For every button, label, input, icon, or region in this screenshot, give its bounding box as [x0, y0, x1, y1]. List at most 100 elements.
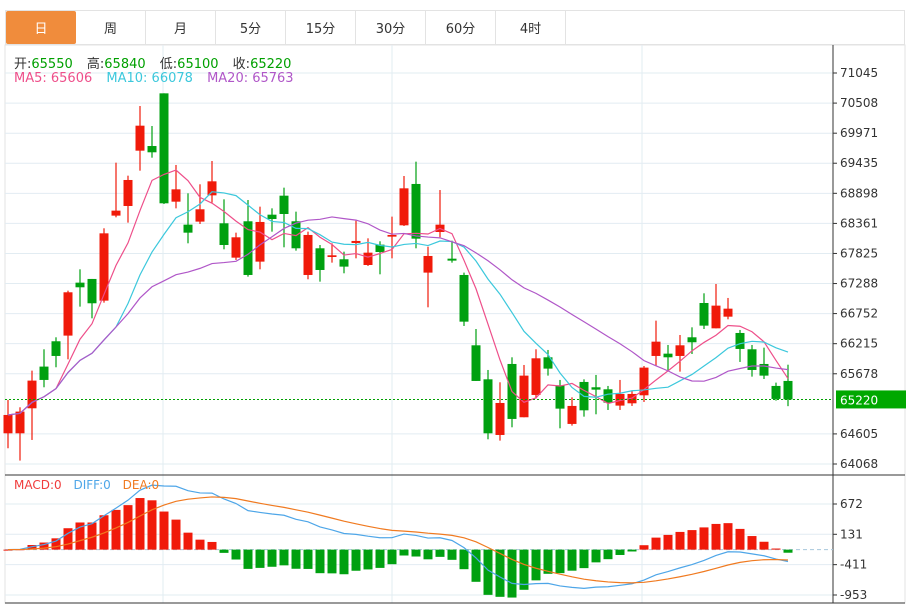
macd-bar: [639, 545, 649, 550]
candle: [291, 211, 301, 251]
candle: [471, 328, 481, 381]
candle-body: [207, 181, 217, 196]
candle: [123, 175, 133, 223]
candle: [699, 293, 709, 329]
candle: [135, 106, 145, 171]
candle: [63, 290, 73, 360]
candle: [519, 364, 529, 418]
ohlc-info: 开:65550 高:65840 低:65100 收:65220: [14, 53, 301, 72]
candle-body: [279, 195, 289, 214]
candle-body: [483, 379, 493, 434]
macd-bar: [567, 549, 577, 571]
macd-bar: [447, 549, 457, 560]
dea-legend-value: DEA:0: [122, 478, 160, 492]
macd-bar: [255, 549, 265, 568]
candle-body: [219, 223, 229, 245]
candle: [615, 379, 625, 410]
macd-bar: [171, 519, 181, 550]
macd-bar: [339, 549, 349, 575]
candle-body: [315, 248, 325, 270]
macd-bar: [219, 549, 229, 553]
candle: [459, 272, 469, 326]
macd-bar: [51, 538, 61, 550]
candle: [183, 193, 193, 244]
macd-bar: [507, 549, 517, 598]
macd-bar: [735, 528, 745, 550]
candle: [783, 364, 793, 407]
candle-body: [255, 221, 265, 262]
candle: [399, 176, 409, 226]
candle: [303, 231, 313, 280]
candle-body: [123, 179, 133, 206]
ma5-line: [7, 169, 789, 416]
candle-body: [267, 214, 277, 219]
candle: [423, 246, 433, 308]
candle: [651, 320, 661, 366]
macd-bar: [399, 549, 409, 556]
price-tick-label: 69435: [840, 156, 878, 170]
candle: [51, 337, 61, 368]
price-tick-label: 68361: [840, 216, 878, 230]
price-tick-label: 67288: [840, 277, 878, 291]
close-value: 65220: [250, 57, 292, 72]
macd-bar: [411, 549, 421, 557]
candle-body: [183, 224, 193, 233]
candle-body: [567, 405, 577, 424]
candle: [687, 327, 697, 354]
macd-bar: [375, 549, 385, 568]
candle-body: [591, 387, 601, 390]
candle-body: [687, 337, 697, 343]
kline-chart[interactable]: 71045 70508 69971 69435 68898 68361 67825 67288…: [0, 0, 910, 605]
candle: [483, 369, 493, 440]
price-tick-label: 71045: [840, 66, 878, 80]
candle-body: [675, 345, 685, 356]
candle-body: [87, 278, 97, 304]
macd-bar: [423, 549, 433, 560]
macd-bar: [147, 500, 157, 550]
candle: [159, 93, 169, 204]
candle: [219, 199, 229, 250]
candle-body: [351, 240, 361, 243]
macd-bar: [195, 539, 205, 550]
candle: [231, 232, 241, 260]
candle: [771, 382, 781, 401]
macd-tick-label: 672: [840, 497, 863, 511]
macd-bar: [495, 549, 505, 597]
macd-bar: [531, 549, 541, 581]
price-tick-label: 65678: [840, 367, 878, 381]
low-label: 低:: [159, 57, 178, 72]
candle-body: [447, 258, 457, 261]
candle-body: [171, 189, 181, 202]
macd-bar: [387, 549, 397, 565]
candle: [87, 278, 97, 319]
macd-bar: [699, 527, 709, 550]
macd-bar: [327, 549, 337, 574]
candle-body: [231, 237, 241, 258]
macd-tick-label: -953: [840, 588, 867, 602]
macd-bar: [747, 536, 757, 550]
candle-body: [699, 302, 709, 326]
candle-body: [363, 252, 373, 265]
candle: [711, 283, 721, 329]
price-tick-label: 66215: [840, 337, 878, 351]
candle-body: [555, 385, 565, 409]
macd-bar: [315, 549, 325, 574]
candle-body: [75, 282, 85, 288]
price-tick-label: 68898: [840, 186, 878, 200]
candle: [495, 382, 505, 441]
macd-bar: [711, 523, 721, 550]
diff-legend-value: DIFF:0: [73, 478, 111, 492]
candle-body: [663, 353, 673, 358]
candle: [675, 334, 685, 372]
macd-bar: [267, 549, 277, 567]
macd-bar: [183, 532, 193, 550]
candle-body: [771, 385, 781, 399]
candle-body: [51, 341, 61, 356]
candle-body: [147, 146, 157, 153]
candle-body: [327, 255, 337, 257]
macd-bar: [783, 549, 793, 553]
candle-body: [603, 389, 613, 403]
candle-body: [111, 210, 121, 216]
candle-body: [519, 375, 529, 418]
macd-bar: [663, 534, 673, 550]
